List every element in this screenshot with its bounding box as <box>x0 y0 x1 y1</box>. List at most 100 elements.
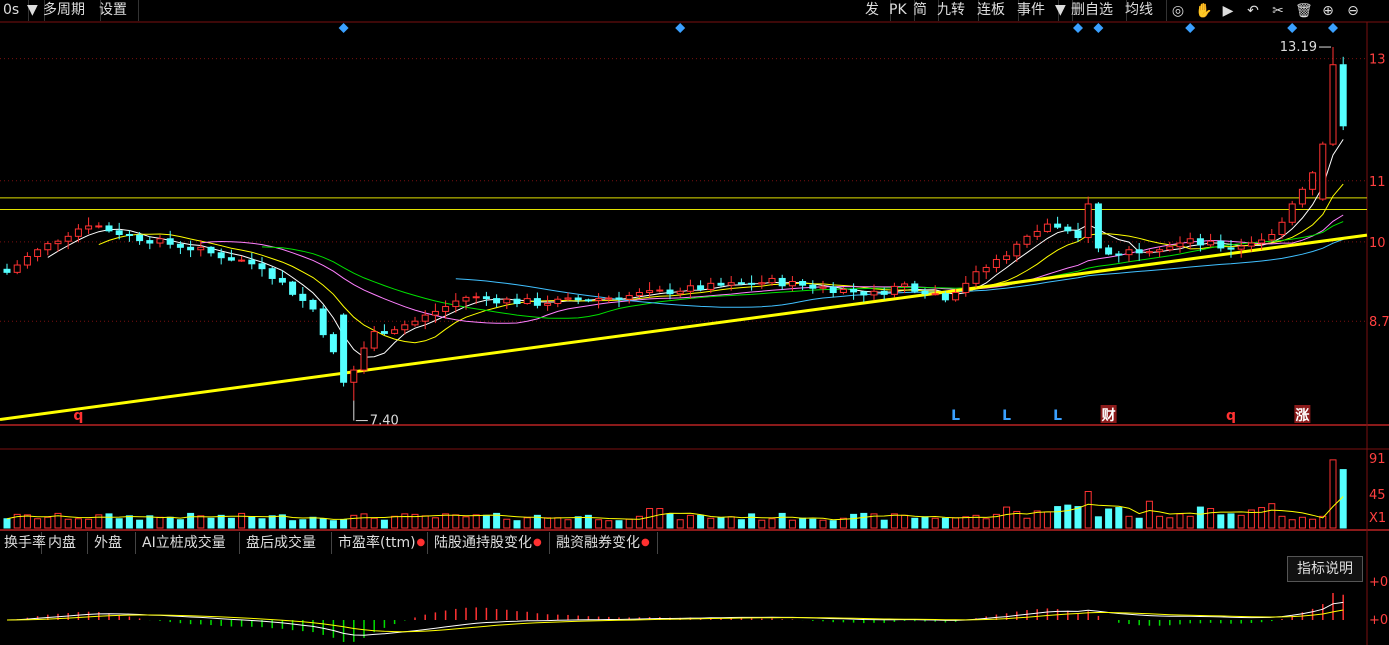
candle-body <box>125 233 133 236</box>
candle-body <box>554 298 562 304</box>
volume-bar <box>380 519 388 529</box>
candle <box>778 274 786 291</box>
candle-body <box>1278 221 1286 235</box>
candle <box>278 270 286 286</box>
low-annotation: 7.40 <box>370 414 399 429</box>
candle-body <box>952 291 960 301</box>
candle-body <box>166 238 174 245</box>
volume-bar <box>1196 506 1204 529</box>
volume-bar <box>829 520 837 529</box>
indicator-tab-1[interactable]: 内盘 <box>44 532 88 554</box>
tab-alert-dot: ● <box>416 537 426 548</box>
volume-bar <box>605 520 613 529</box>
candle <box>819 280 827 294</box>
volume-bar <box>431 517 439 529</box>
indicator-tab-label: AI立桩成交量 <box>142 535 226 551</box>
candle-body <box>299 293 307 301</box>
top-marker-diamond <box>675 23 686 33</box>
indicator-explain-button[interactable]: 指标说明 <box>1287 556 1363 582</box>
volume-ma-line <box>6 496 1344 521</box>
candle-body <box>1186 238 1194 244</box>
candle-body <box>187 246 195 251</box>
volume-bar <box>227 517 235 529</box>
candle-body <box>197 246 205 251</box>
indicator-tab-3[interactable]: AI立桩成交量 <box>138 532 240 554</box>
candle-body <box>350 369 358 383</box>
volume-bar <box>3 518 11 529</box>
candle-body <box>1319 143 1327 200</box>
volume-bar <box>74 518 82 529</box>
volume-bar <box>1033 510 1041 529</box>
candle <box>258 257 266 277</box>
candle <box>1217 234 1225 252</box>
candle-body <box>921 290 929 295</box>
volume-bar <box>34 518 42 529</box>
candle-body <box>360 347 368 371</box>
candle-body <box>13 264 21 273</box>
volume-bar <box>115 518 123 529</box>
candle <box>105 222 113 233</box>
candle <box>156 235 164 248</box>
volume-bar <box>656 508 664 529</box>
event-marker: 财 <box>1101 407 1116 424</box>
price-axis-label: 13 <box>1369 53 1386 68</box>
volume-bar <box>666 513 674 529</box>
volume-bar <box>748 513 756 529</box>
candle-body <box>1207 240 1215 246</box>
candle-body <box>625 295 633 300</box>
candle-body <box>737 282 745 285</box>
volume-axis-label: 91 <box>1369 452 1386 467</box>
candle-body <box>268 268 276 279</box>
candle-body <box>421 314 429 322</box>
candle-body <box>227 257 235 261</box>
candle <box>1288 200 1296 226</box>
indicator-tab-7[interactable]: 融资融券变化● <box>552 532 658 554</box>
volume-bar <box>819 519 827 529</box>
candle-body <box>595 298 603 301</box>
candle-body <box>982 266 990 273</box>
candle-body <box>717 282 725 286</box>
candle <box>666 283 674 300</box>
candle-body <box>238 259 246 262</box>
candle <box>595 293 603 309</box>
candle <box>1258 233 1266 250</box>
candle-body <box>136 234 144 242</box>
volume-bar <box>635 515 643 529</box>
indicator-tab-6[interactable]: 陆股通持股变化● <box>430 532 550 554</box>
volume-bar <box>329 520 337 529</box>
candle-body <box>1196 238 1204 246</box>
volume-bar <box>697 514 705 529</box>
candle <box>299 287 307 308</box>
candle-body <box>1013 243 1021 257</box>
indicator-tab-4[interactable]: 盘后成交量 <box>242 532 332 554</box>
volume-bar <box>1298 516 1306 529</box>
candle-body <box>788 281 796 287</box>
volume-bar <box>217 514 225 529</box>
high-annotation: 13.19 <box>1280 40 1317 55</box>
indicator-tab-5[interactable]: 市盈率(ttm)● <box>334 532 428 554</box>
volume-bar <box>1329 459 1337 529</box>
volume-axis-label: X1 <box>1369 511 1386 526</box>
indicator-tab-label: 融资融券变化 <box>556 535 640 551</box>
candle <box>962 276 970 297</box>
candle <box>1105 244 1113 256</box>
candle <box>697 280 705 292</box>
indicator-tab-0[interactable]: 换手率 <box>0 532 46 554</box>
candle <box>319 305 327 338</box>
candle <box>380 324 388 336</box>
candle-body <box>839 288 847 293</box>
candle-body <box>329 334 337 353</box>
candle-body <box>503 298 511 304</box>
candle <box>1033 224 1041 240</box>
candle-body <box>380 331 388 334</box>
candle <box>737 278 745 286</box>
candle <box>227 249 235 262</box>
candle-body <box>452 300 460 308</box>
candle <box>44 241 52 256</box>
indicator-tab-2[interactable]: 外盘 <box>90 532 136 554</box>
candle-body <box>1135 249 1143 254</box>
candle-body <box>1176 242 1184 248</box>
candle <box>625 291 633 304</box>
candle <box>1135 243 1143 261</box>
candle <box>1268 228 1276 242</box>
